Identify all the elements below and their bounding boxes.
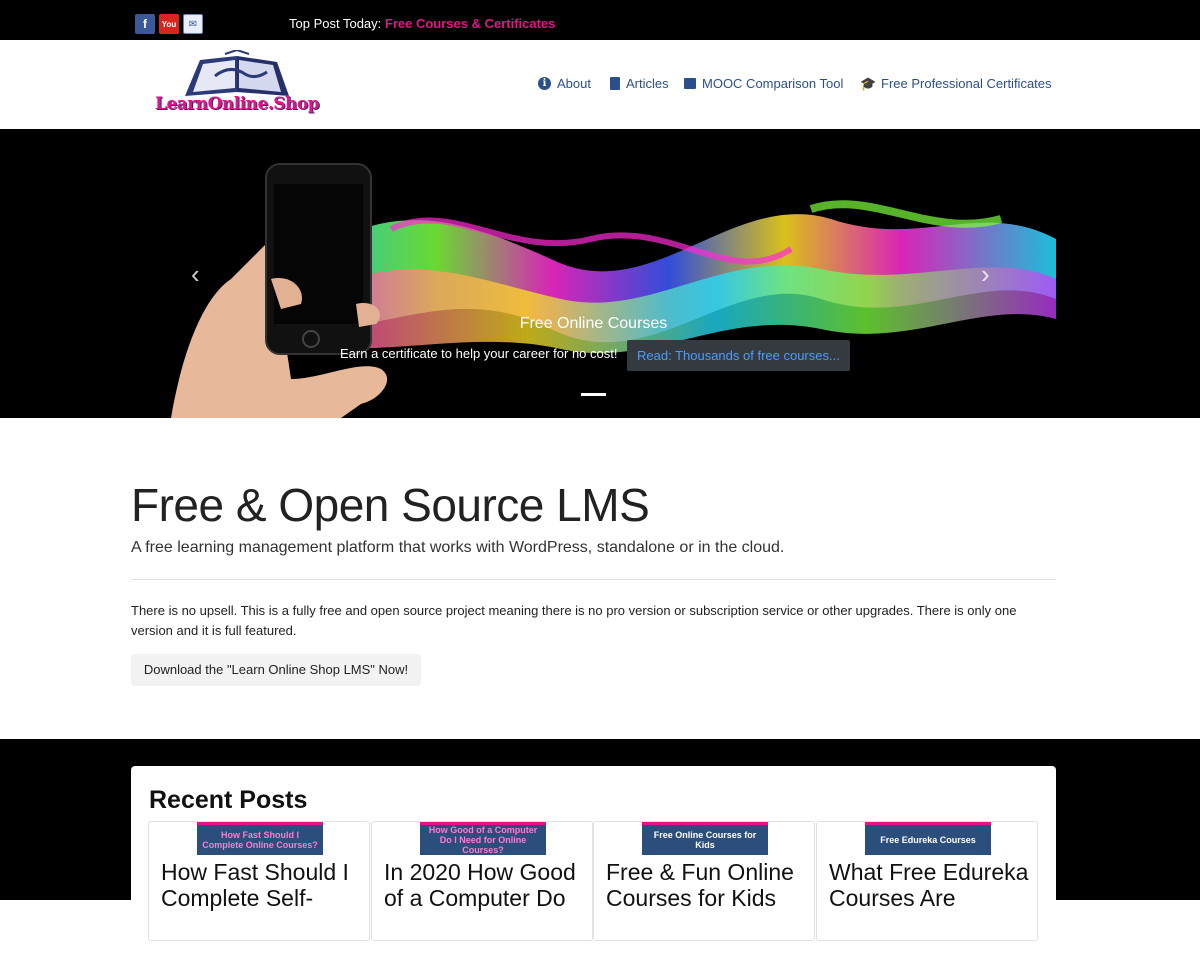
post-title[interactable]: How Fast Should I Complete Self-: [161, 859, 366, 911]
book-logo-icon: [185, 48, 289, 96]
post-thumbnail[interactable]: Free Online Courses for Kids: [642, 822, 768, 855]
nav-articles[interactable]: Articles: [610, 76, 669, 91]
nav-about[interactable]: i About: [538, 76, 591, 91]
post-title[interactable]: In 2020 How Good of a Computer Do: [384, 859, 589, 911]
post-card[interactable]: Free Online Courses for Kids Free & Fun …: [593, 821, 815, 941]
page-title: Free & Open Source LMS: [131, 479, 650, 531]
download-lms-button[interactable]: Download the "Learn Online Shop LMS" Now…: [131, 654, 421, 686]
top-post-today: Top Post Today: Free Courses & Certifica…: [289, 16, 555, 31]
nav-free-professional-certificates[interactable]: 🎓 Free Professional Certificates: [860, 76, 1052, 91]
post-title[interactable]: What Free Edureka Courses Are: [829, 859, 1034, 911]
logo-text: LearnOnline.Shop: [155, 94, 320, 114]
site-logo[interactable]: LearnOnline.Shop: [155, 48, 320, 122]
intro-paragraph: There is no upsell. This is a fully free…: [131, 603, 1017, 638]
post-card[interactable]: Free Edureka Courses What Free Edureka C…: [816, 821, 1038, 941]
carousel-next-arrow-icon[interactable]: ›: [981, 259, 990, 290]
nav-certificates-label: Free Professional Certificates: [881, 76, 1052, 91]
recent-posts-card: Recent Posts How Fast Should I Complete …: [131, 766, 1056, 966]
post-title[interactable]: Free & Fun Online Courses for Kids: [606, 859, 811, 911]
nav-mooc-comparison-tool[interactable]: MOOC Comparison Tool: [684, 76, 843, 91]
top-post-link[interactable]: Free Courses & Certificates: [385, 16, 556, 31]
carousel-indicator[interactable]: [581, 393, 606, 396]
site-header: LearnOnline.Shop i About Articles MOOC C…: [0, 40, 1200, 129]
post-thumbnail[interactable]: Free Edureka Courses: [865, 822, 991, 855]
graduation-cap-icon: 🎓: [860, 76, 877, 91]
nav-articles-label: Articles: [626, 76, 669, 91]
hero-carousel: ‹ › Free Online Courses Earn a certifica…: [131, 129, 1056, 418]
nav-about-label: About: [557, 76, 591, 91]
recent-posts-title: Recent Posts: [149, 786, 308, 814]
top-bar: f You ✉ Top Post Today: Free Courses & C…: [0, 0, 1200, 40]
post-thumbnail[interactable]: How Good of a Computer Do I Need for Onl…: [420, 822, 546, 855]
nav-mooc-label: MOOC Comparison Tool: [702, 76, 844, 91]
youtube-icon[interactable]: You: [159, 14, 179, 34]
email-icon[interactable]: ✉: [183, 14, 203, 34]
document-icon: [610, 77, 620, 90]
post-card[interactable]: How Fast Should I Complete Online Course…: [148, 821, 370, 941]
top-post-label: Top Post Today:: [289, 16, 382, 31]
newspaper-icon: [684, 78, 696, 89]
hero-image: [171, 163, 1056, 418]
divider: [131, 579, 1056, 580]
info-icon: i: [538, 77, 551, 90]
page-subtitle: A free learning management platform that…: [131, 539, 785, 556]
hero-read-button[interactable]: Read: Thousands of free courses...: [627, 340, 850, 371]
post-card[interactable]: How Good of a Computer Do I Need for Onl…: [371, 821, 593, 941]
facebook-icon[interactable]: f: [135, 14, 155, 34]
carousel-prev-arrow-icon[interactable]: ‹: [191, 259, 200, 290]
hero-title: Free Online Courses: [519, 315, 668, 332]
hero-subtitle: Earn a certificate to help your career f…: [340, 346, 618, 361]
post-thumbnail[interactable]: How Fast Should I Complete Online Course…: [197, 822, 323, 855]
